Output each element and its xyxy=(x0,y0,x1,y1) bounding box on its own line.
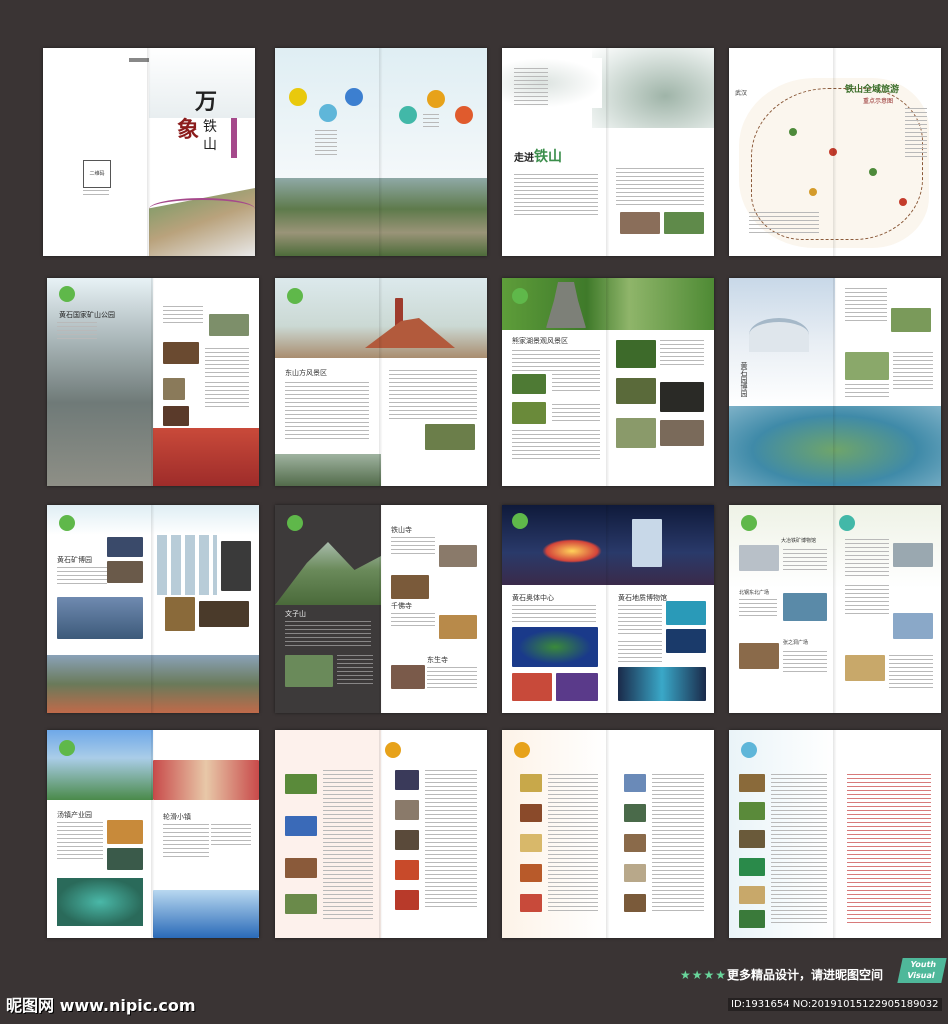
square-east-title: 张之洞广场 xyxy=(783,640,809,646)
mine-park-flowers-photo xyxy=(153,428,259,486)
industry-park-title: 大冶铁矿博物馆 xyxy=(781,538,817,544)
contents-dot-yellow xyxy=(289,88,307,106)
dongfang-temple-photo xyxy=(275,278,487,358)
huangshi-park-title: 黄石园博园 xyxy=(740,362,748,397)
spread-hotels xyxy=(502,730,714,938)
map-subtitle: 重点示意图 xyxy=(863,98,894,105)
star-icons: ★★★★ xyxy=(680,968,728,982)
ad-text: 更多精品设计，请进昵图空间 xyxy=(727,968,884,982)
section-badge xyxy=(514,742,530,758)
contents-dot-orange xyxy=(455,106,473,124)
intro-misty-photo xyxy=(592,48,714,128)
spread-mine-museum: 黄石矿博园 xyxy=(47,505,259,713)
skating-rink-photo xyxy=(153,890,259,938)
section-badge xyxy=(385,742,401,758)
spread-tangshi: 汤镇产业园 轮滑小镇 xyxy=(47,730,259,938)
intro-photo-hill xyxy=(664,212,704,234)
cover-tieshan-text: 铁山 xyxy=(203,119,217,153)
spread-huangshi-park: 黄石园博园 xyxy=(729,278,941,486)
map-title: 铁山全域旅游 xyxy=(845,85,900,95)
section-badge xyxy=(59,740,75,756)
xianyao-temple-title: 千佛寺 xyxy=(391,602,412,610)
section-badge xyxy=(741,515,757,531)
snow-town-title: 轮滑小镇 xyxy=(163,813,191,821)
cover-accent-bar xyxy=(231,118,237,158)
more-designs-ad[interactable]: ★★★★更多精品设计，请进昵图空间 xyxy=(680,966,883,983)
contents-dot-darkblue xyxy=(345,88,363,106)
section-badge xyxy=(287,288,303,304)
huangshi-aerial-photo xyxy=(729,406,941,486)
sports-center-title: 黄石奥体中心 xyxy=(512,594,554,602)
wenfeng-title: 文子山 xyxy=(285,610,306,618)
map-label-wuhan: 武汉 xyxy=(735,90,748,97)
mineral-grid-photo xyxy=(157,535,217,595)
mine-museum-title: 黄石矿博园 xyxy=(57,556,92,564)
museum-wide-photo xyxy=(47,655,259,713)
mine-park-title: 黄石国家矿山公园 xyxy=(59,311,115,319)
nipic-logo[interactable]: 昵图网 www.nipic.com xyxy=(6,992,196,1016)
spread-food xyxy=(275,730,487,938)
tangshi-industry-title: 汤镇产业园 xyxy=(57,811,92,819)
section-badge xyxy=(59,286,75,302)
spread-mine-park: 黄石国家矿山公园 xyxy=(47,278,259,486)
section-badge xyxy=(512,288,528,304)
qr-code-label: 二维码 xyxy=(89,171,105,177)
skating-photo xyxy=(153,760,259,800)
contents-dot-teal xyxy=(399,106,417,124)
spread-cover: 万 象 铁山 二维码 xyxy=(43,48,255,256)
spread-map: 武汉 铁山全域旅游 重点示意图 xyxy=(729,48,941,256)
spread-sports-center: 黄石奥体中心 黄石地质博物馆 xyxy=(502,505,714,713)
section-badge xyxy=(287,515,303,531)
square-north-title: 北钢东北广场 xyxy=(739,590,770,596)
spread-bronze-scenic: 熊家湖景观风景区 xyxy=(502,278,714,486)
intro-title: 走进铁山 xyxy=(514,149,562,165)
cover-page: 万 象 铁山 xyxy=(149,48,255,256)
spread-wenfeng: 文子山 铁山寺 千佛寺 东生寺 xyxy=(275,505,487,713)
image-id-label: ID:1931654 NO:20191015122905189032 xyxy=(728,998,942,1011)
spread-industry: 大冶铁矿博物馆 北钢东北广场 张之洞广场 xyxy=(729,505,941,713)
contents-dot-blue xyxy=(319,104,337,122)
section-badge xyxy=(741,742,757,758)
bronze-scenic-title: 熊家湖景观风景区 xyxy=(512,337,568,345)
cover-back: 二维码 xyxy=(43,48,149,256)
cover-xiang-glyph: 象 xyxy=(177,117,200,143)
section-badge xyxy=(512,513,528,529)
dongsheng-title: 东生寺 xyxy=(427,656,448,664)
spread-specialties xyxy=(729,730,941,938)
youth-visual-badge: Youth Visual xyxy=(897,958,947,983)
dongfang-title: 东山方风景区 xyxy=(285,369,327,377)
contents-dot-amber xyxy=(427,90,445,108)
spread-contents xyxy=(275,48,487,256)
bronze-scenic-banner-photo xyxy=(502,278,714,330)
contents-mine-photo xyxy=(275,178,487,256)
museum-building-photo xyxy=(57,597,143,639)
sports-night-photo xyxy=(502,505,714,585)
tieshan-temple-title: 铁山寺 xyxy=(391,526,412,534)
spread-dongfang: 东山方风景区 xyxy=(275,278,487,486)
section-badge xyxy=(59,515,75,531)
intro-photo-wall xyxy=(620,212,660,234)
huangshi-gate-photo xyxy=(749,318,809,352)
geology-museum-title: 黄石地质博物馆 xyxy=(618,594,667,602)
spread-intro: 走进铁山 xyxy=(502,48,714,256)
qr-code-box: 二维码 xyxy=(83,160,111,188)
